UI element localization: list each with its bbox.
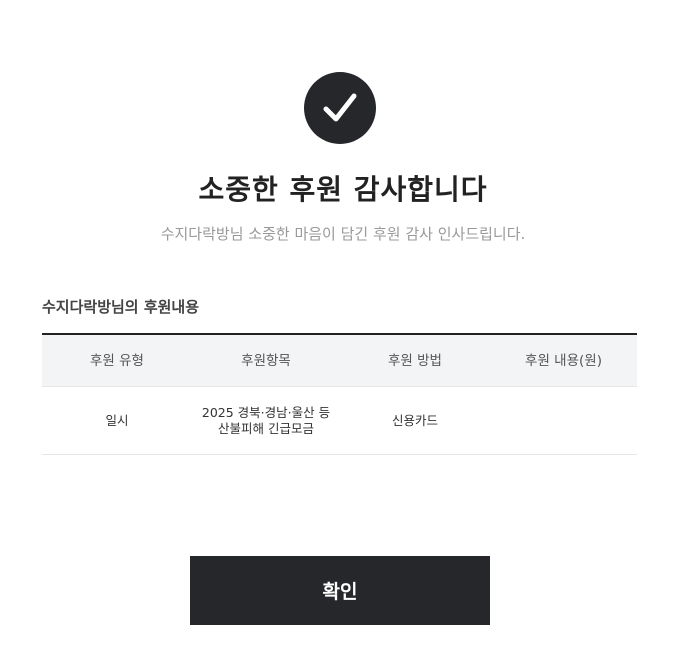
- page-subtitle: 수지다락방님 소중한 마음이 담긴 후원 감사 인사드립니다.: [160, 225, 526, 243]
- column-header-item: 후원항목: [241, 352, 291, 369]
- table-header-row: 후원 유형 후원항목 후원 방법 후원 내용(원): [42, 335, 637, 387]
- column-header-type: 후원 유형: [90, 352, 144, 369]
- cell-item-line-2: 산불피해 긴급모금: [218, 420, 314, 436]
- cell-item: 2025 경북·경남·울산 등 산불피해 긴급모금: [192, 405, 340, 437]
- check-icon: [323, 93, 357, 122]
- check-circle-icon: [304, 72, 376, 144]
- page-title: 소중한 후원 감사합니다: [198, 173, 488, 206]
- table-row: 일시 2025 경북·경남·울산 등 산불피해 긴급모금 신용카드: [42, 387, 637, 455]
- column-header-method: 후원 방법: [388, 352, 442, 369]
- cell-item-line-1: 2025 경북·경남·울산 등: [201, 404, 331, 420]
- cell-type: 일시: [105, 412, 129, 428]
- cell-method: 신용카드: [391, 412, 438, 428]
- confirm-button[interactable]: 확인: [190, 556, 490, 625]
- donation-section-title: 수지다락방님의 후원내용: [42, 298, 200, 316]
- column-header-amount: 후원 내용(원): [525, 352, 602, 369]
- donation-table: 후원 유형 후원항목 후원 방법 후원 내용(원) 일시 2025 경북·경남·…: [42, 333, 637, 455]
